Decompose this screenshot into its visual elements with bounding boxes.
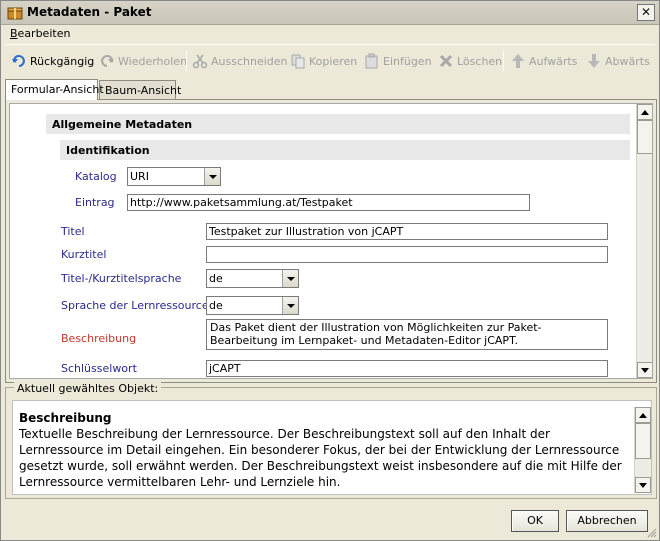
title-language-select[interactable]: de <box>206 269 299 288</box>
catalog-select-value: URI <box>130 170 149 183</box>
cut-label: Ausschneiden <box>211 54 288 68</box>
catalog-select[interactable]: URI <box>127 167 221 186</box>
info-scrollbar[interactable] <box>634 407 651 493</box>
move-up-button[interactable]: Aufwärts <box>510 49 577 73</box>
cancel-button[interactable]: Abbrechen <box>566 510 648 532</box>
selected-object-info: Beschreibung Textuelle Beschreibung der … <box>12 400 652 495</box>
menu-edit-mnemonic: B <box>10 27 18 40</box>
tab-form-view[interactable]: Formular-Ansicht <box>5 79 104 100</box>
menu-separator <box>5 44 655 45</box>
clipboard-icon <box>365 53 378 69</box>
form-scroll-thumb[interactable] <box>637 120 652 154</box>
move-down-label: Abwärts <box>605 54 650 68</box>
toolbar-separator <box>503 51 504 71</box>
metadata-form: Allgemeine Metadaten Identifikation Kata… <box>9 103 653 379</box>
chevron-down-icon[interactable] <box>282 297 298 314</box>
redo-label: Wiederholen <box>118 54 188 68</box>
redo-icon <box>101 55 114 67</box>
title-bar[interactable]: Metadaten - Paket ✕ <box>1 1 659 25</box>
short-title-label: Kurztitel <box>61 248 107 261</box>
scroll-down-icon[interactable] <box>637 362 652 378</box>
entry-input[interactable]: http://www.paketsammlung.at/Testpaket <box>127 194 530 211</box>
arrow-down-icon <box>588 54 600 68</box>
chevron-down-icon[interactable] <box>204 168 220 185</box>
chevron-down-icon[interactable] <box>282 270 298 287</box>
copy-label: Kopieren <box>309 54 358 68</box>
toolbar-separator <box>186 51 187 71</box>
move-up-label: Aufwärts <box>529 54 578 68</box>
catalog-label: Katalog <box>75 170 117 183</box>
redo-button[interactable]: Wiederholen <box>99 49 187 73</box>
menu-bar: Bearbeiten <box>1 25 659 43</box>
move-down-button[interactable]: Abwärts <box>586 49 650 73</box>
keyword-label: Schlüsselwort <box>61 362 137 375</box>
window-title: Metadaten - Paket <box>27 5 152 19</box>
arrow-up-icon <box>512 54 524 68</box>
delete-button[interactable]: Löschen <box>438 49 502 73</box>
copy-button[interactable]: Kopieren <box>290 49 357 73</box>
info-scroll-thumb[interactable] <box>635 423 651 459</box>
undo-label: Rückgängig <box>30 54 95 68</box>
undo-button[interactable]: Rückgängig <box>11 49 94 73</box>
menu-edit[interactable]: Bearbeiten <box>10 27 70 40</box>
info-title: Beschreibung <box>19 411 112 425</box>
resource-language-label: Sprache der Lernressource <box>61 299 209 312</box>
section-identification: Identifikation <box>60 140 630 160</box>
toolbar: Rückgängig Wiederholen Ausschneiden Kopi… <box>1 49 659 73</box>
resize-grip-icon[interactable] <box>647 528 657 538</box>
cut-button[interactable]: Ausschneiden <box>192 49 288 73</box>
title-language-label: Titel-/Kurztitelsprache <box>61 272 182 285</box>
menu-edit-label: earbeiten <box>17 27 71 40</box>
ok-button[interactable]: OK <box>511 510 559 532</box>
selected-object-panel: Aktuell gewähltes Objekt: Beschreibung T… <box>5 382 657 499</box>
delete-label: Löschen <box>457 54 503 68</box>
form-scrollbar[interactable] <box>636 104 652 378</box>
metadata-dialog: Metadaten - Paket ✕ Bearbeiten Rückgängi… <box>0 0 660 541</box>
selected-object-legend: Aktuell gewähltes Objekt: <box>14 382 162 395</box>
tab-tree-view[interactable]: Baum-Ansicht <box>99 80 181 99</box>
paste-label: Einfügen <box>383 54 432 68</box>
copy-icon <box>291 54 305 69</box>
description-textarea[interactable]: Das Paket dient der Illustration von Mög… <box>206 319 608 350</box>
close-icon[interactable]: ✕ <box>637 4 655 21</box>
package-icon <box>7 5 23 21</box>
resource-language-select[interactable]: de <box>206 296 299 315</box>
scroll-up-icon[interactable] <box>635 407 651 423</box>
form-panel: Allgemeine Metadaten Identifikation Kata… <box>5 99 657 383</box>
title-label: Titel <box>61 225 85 238</box>
title-language-value: de <box>209 272 223 285</box>
info-description: Textuelle Beschreibung der Lernressource… <box>19 427 622 489</box>
section-general-metadata: Allgemeine Metadaten <box>46 114 630 134</box>
title-input[interactable]: Testpaket zur Illustration von jCAPT <box>206 223 608 240</box>
delete-x-icon <box>439 54 453 68</box>
resource-language-value: de <box>209 299 223 312</box>
scissors-icon <box>192 54 208 69</box>
keyword-input[interactable]: jCAPT <box>206 360 608 377</box>
scroll-up-icon[interactable] <box>637 104 652 120</box>
entry-label: Eintrag <box>75 196 115 209</box>
short-title-input[interactable] <box>206 246 608 263</box>
scroll-down-icon[interactable] <box>635 477 651 493</box>
undo-icon <box>12 55 25 67</box>
description-label: Beschreibung <box>61 332 137 345</box>
paste-button[interactable]: Einfügen <box>364 49 432 73</box>
